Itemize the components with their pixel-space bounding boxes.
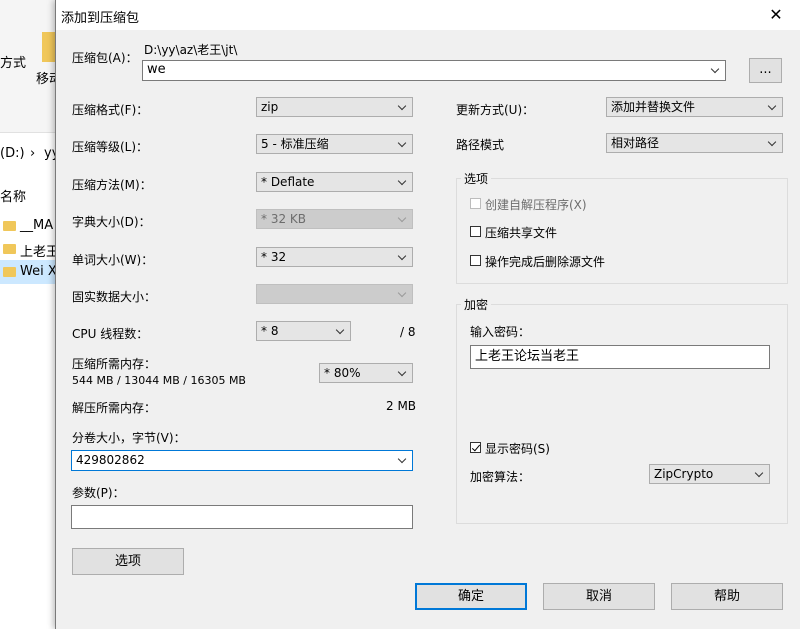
dict-select: * 32 KB bbox=[256, 209, 413, 229]
folder-icon bbox=[3, 244, 16, 254]
level-value: 5 - 标准压缩 bbox=[261, 137, 329, 151]
solid-label: 固实数据大小： bbox=[72, 290, 157, 304]
chevron-down-icon[interactable] bbox=[336, 322, 346, 340]
word-select[interactable]: * 32 bbox=[256, 247, 413, 267]
options-group-title: 选项 bbox=[461, 170, 492, 187]
chevron-down-icon[interactable] bbox=[398, 248, 408, 266]
add-to-archive-dialog: 添加到压缩包 ✕ 压缩包(A)： D:\yy\az\老王\jt\ we ... … bbox=[55, 0, 800, 629]
chevron-down-icon[interactable] bbox=[398, 173, 408, 191]
ribbon-label-mode: 方式 bbox=[0, 56, 27, 71]
password-label: 输入密码： bbox=[470, 325, 531, 339]
chevron-down-icon bbox=[398, 210, 408, 228]
dict-label: 字典大小(D)： bbox=[72, 215, 151, 229]
encryption-method-value: ZipCrypto bbox=[654, 467, 714, 481]
encryption-method-label: 加密算法： bbox=[470, 470, 531, 484]
path-mode-value: 相对路径 bbox=[611, 136, 660, 150]
method-select[interactable]: * Deflate bbox=[256, 172, 413, 192]
options-button[interactable]: 选项 bbox=[72, 548, 184, 575]
address-chevron-icon: › bbox=[30, 146, 36, 161]
split-label: 分卷大小，字节(V)： bbox=[72, 431, 186, 445]
chevron-down-icon[interactable] bbox=[768, 134, 778, 152]
dict-value: * 32 KB bbox=[261, 212, 306, 226]
decompress-memory-value: 2 MB bbox=[386, 399, 417, 413]
sfx-label: 创建自解压程序(X) bbox=[485, 198, 587, 212]
chevron-down-icon[interactable] bbox=[755, 465, 765, 483]
method-label: 压缩方法(M)： bbox=[72, 178, 152, 192]
title-bar[interactable]: 添加到压缩包 ✕ bbox=[56, 0, 800, 30]
cpu-value: * 8 bbox=[261, 324, 279, 338]
chevron-down-icon[interactable] bbox=[398, 364, 408, 382]
archive-label: 压缩包(A)： bbox=[72, 51, 138, 65]
file-item[interactable]: __MA bbox=[20, 218, 53, 233]
cancel-button[interactable]: 取消 bbox=[543, 583, 655, 610]
split-size-value: 429802862 bbox=[76, 453, 145, 467]
cpu-total: / 8 bbox=[400, 325, 416, 339]
format-label: 压缩格式(F)： bbox=[72, 103, 149, 117]
update-mode-value: 添加并替换文件 bbox=[611, 100, 696, 114]
archive-name-value: we bbox=[147, 62, 166, 77]
update-mode-select[interactable]: 添加并替换文件 bbox=[606, 97, 783, 117]
shared-files-label[interactable]: 压缩共享文件 bbox=[485, 224, 557, 241]
sfx-checkbox bbox=[470, 198, 481, 209]
help-button[interactable]: 帮助 bbox=[671, 583, 783, 610]
chevron-down-icon[interactable] bbox=[398, 135, 408, 153]
password-input[interactable]: 上老王论坛当老王 bbox=[470, 345, 770, 369]
chevron-down-icon[interactable] bbox=[398, 451, 408, 469]
delete-after-checkbox[interactable] bbox=[470, 255, 481, 266]
name-column-header[interactable]: 名称 bbox=[0, 186, 26, 205]
encryption-group-title: 加密 bbox=[461, 296, 492, 313]
format-value: zip bbox=[261, 100, 279, 114]
close-icon[interactable]: ✕ bbox=[762, 3, 790, 27]
chevron-down-icon[interactable] bbox=[398, 98, 408, 116]
word-label: 单词大小(W)： bbox=[72, 253, 154, 267]
chevron-down-icon[interactable] bbox=[711, 61, 721, 79]
chevron-down-icon bbox=[398, 285, 408, 303]
folder-icon bbox=[3, 267, 16, 277]
memory-select[interactable]: * 80% bbox=[319, 363, 413, 383]
format-select[interactable]: zip bbox=[256, 97, 413, 117]
file-item[interactable]: Wei X bbox=[20, 264, 57, 279]
shared-files-checkbox[interactable] bbox=[470, 226, 481, 237]
memory-value: * 80% bbox=[324, 366, 361, 380]
split-size-combo[interactable]: 429802862 bbox=[71, 450, 413, 471]
memory-label: 压缩所需内存： bbox=[72, 357, 157, 371]
path-mode-label: 路径模式 bbox=[456, 138, 505, 152]
level-select[interactable]: 5 - 标准压缩 bbox=[256, 134, 413, 154]
word-value: * 32 bbox=[261, 250, 287, 264]
browse-button[interactable]: ... bbox=[749, 58, 782, 83]
show-password-checkbox[interactable] bbox=[470, 442, 481, 453]
delete-after-label[interactable]: 操作完成后删除源文件 bbox=[485, 253, 605, 270]
solid-select bbox=[256, 284, 413, 304]
address-drive[interactable]: (D:) bbox=[0, 146, 25, 161]
ribbon-move-icon bbox=[42, 32, 56, 62]
params-label: 参数(P)： bbox=[72, 486, 125, 500]
chevron-down-icon[interactable] bbox=[768, 98, 778, 116]
cpu-select[interactable]: * 8 bbox=[256, 321, 351, 341]
level-label: 压缩等级(L)： bbox=[72, 140, 149, 154]
path-mode-select[interactable]: 相对路径 bbox=[606, 133, 783, 153]
decompress-memory-label: 解压所需内存： bbox=[72, 401, 157, 415]
show-password-label[interactable]: 显示密码(S) bbox=[485, 440, 550, 457]
memory-info: 544 MB / 13044 MB / 16305 MB bbox=[72, 374, 246, 387]
archive-path: D:\yy\az\老王\jt\ bbox=[144, 43, 238, 57]
ok-button[interactable]: 确定 bbox=[415, 583, 527, 610]
params-input[interactable] bbox=[71, 505, 413, 529]
dialog-title: 添加到压缩包 bbox=[61, 11, 140, 26]
method-value: * Deflate bbox=[261, 175, 315, 189]
encryption-method-select[interactable]: ZipCrypto bbox=[649, 464, 770, 484]
cpu-label: CPU 线程数： bbox=[72, 327, 149, 341]
update-label: 更新方式(U)： bbox=[456, 103, 535, 117]
archive-name-combo[interactable]: we bbox=[142, 60, 726, 81]
file-item[interactable]: 上老王 bbox=[20, 241, 59, 260]
folder-icon bbox=[3, 221, 16, 231]
